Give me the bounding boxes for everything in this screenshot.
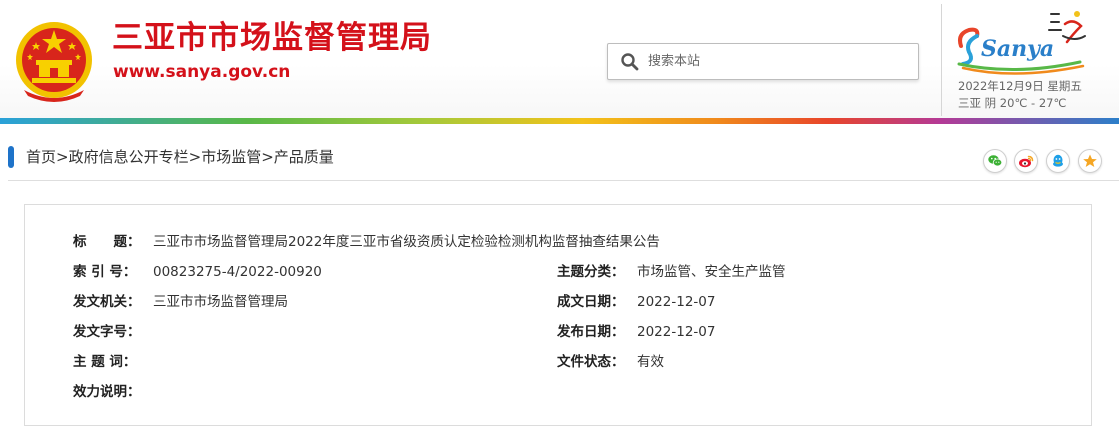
keywords-label: 主 题 词：	[73, 354, 137, 370]
favorite-button[interactable]	[1078, 149, 1102, 173]
search-icon[interactable]	[620, 52, 640, 72]
status-value: 有效	[637, 354, 664, 370]
info-row-issuer: 发文机关： 三亚市市场监督管理局 成文日期： 2022-12-07	[25, 292, 1091, 312]
document-info-panel: 标 题： 三亚市市场监督管理局2022年度三亚市省级资质认定检验检测机构监督抽查…	[24, 204, 1092, 426]
share-wechat-button[interactable]	[983, 149, 1007, 173]
header-background	[0, 0, 1119, 118]
breadcrumb-separator: >	[188, 148, 202, 166]
topic-label: 主题分类：	[557, 264, 625, 280]
info-row-validity: 效力说明：	[25, 382, 1091, 402]
header-divider	[941, 4, 942, 116]
issuer-label: 发文机关：	[73, 294, 141, 310]
title-label: 标 题：	[73, 234, 141, 250]
issuer-value: 三亚市市场监督管理局	[153, 294, 288, 310]
breadcrumb-separator: >	[261, 148, 274, 166]
site-title: 三亚市市场监督管理局	[112, 20, 432, 56]
created-date-label: 成文日期：	[557, 294, 625, 310]
site-url[interactable]: www.sanya.gov.cn	[113, 61, 290, 83]
favorite-icon	[1083, 154, 1097, 167]
published-date-value: 2022-12-07	[637, 324, 716, 340]
site-header: 三亚市市场监督管理局 www.sanya.gov.cn Sanya 2022年1…	[0, 0, 1119, 118]
info-row-index: 索 引 号： 00823275-4/2022-00920 主题分类： 市场监管、…	[25, 262, 1091, 282]
breadcrumb-market-supervision[interactable]: 市场监管	[201, 148, 261, 166]
breadcrumb-home[interactable]: 首页	[26, 148, 56, 166]
share-weibo-button[interactable]	[1014, 149, 1038, 173]
wechat-icon	[988, 155, 1003, 167]
breadcrumb-marker	[8, 146, 14, 168]
logo-text: Sanya	[981, 36, 1054, 62]
section-divider	[8, 180, 1119, 181]
info-row-keywords: 主 题 词： 文件状态： 有效	[25, 352, 1091, 372]
current-date: 2022年12月9日 星期五	[958, 79, 1082, 93]
breadcrumb: 首页>政府信息公开专栏>市场监管>产品质量	[26, 147, 334, 167]
title-value: 三亚市市场监督管理局2022年度三亚市省级资质认定检验检测机构监督抽查结果公告	[153, 234, 660, 250]
published-date-label: 发布日期：	[557, 324, 625, 340]
info-row-title: 标 题： 三亚市市场监督管理局2022年度三亚市省级资质认定检验检测机构监督抽查…	[25, 232, 1091, 252]
index-label: 索 引 号：	[73, 264, 137, 280]
info-row-docno: 发文字号： 发布日期： 2022-12-07	[25, 322, 1091, 342]
search-box[interactable]	[607, 43, 919, 80]
created-date-value: 2022-12-07	[637, 294, 716, 310]
docno-label: 发文字号：	[73, 324, 141, 340]
index-value: 00823275-4/2022-00920	[153, 264, 322, 280]
sanya-logo: Sanya	[957, 11, 1086, 75]
rainbow-band	[0, 118, 1119, 124]
qq-icon	[1053, 154, 1063, 167]
search-input[interactable]	[648, 44, 908, 79]
breadcrumb-product-quality[interactable]: 产品质量	[274, 148, 334, 166]
validity-label: 效力说明：	[73, 384, 141, 400]
status-label: 文件状态：	[557, 354, 625, 370]
share-qq-button[interactable]	[1046, 149, 1070, 173]
breadcrumb-gov-info[interactable]: 政府信息公开专栏	[69, 148, 189, 166]
topic-value: 市场监管、安全生产监管	[637, 264, 786, 280]
breadcrumb-separator: >	[56, 148, 69, 166]
weibo-icon	[1019, 155, 1034, 168]
national-emblem-icon	[16, 22, 92, 102]
weather-info: 三亚 阴 20℃ - 27℃	[958, 96, 1067, 110]
